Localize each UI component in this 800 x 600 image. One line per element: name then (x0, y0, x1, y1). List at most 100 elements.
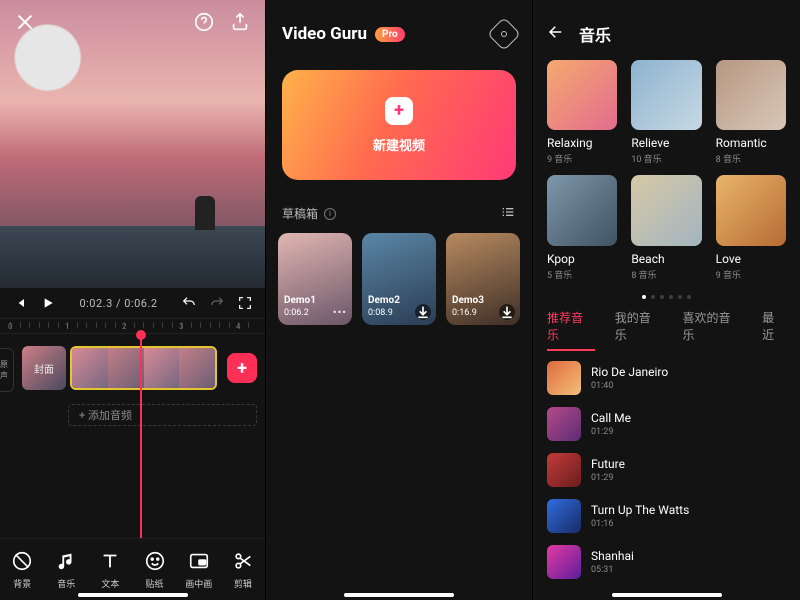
song-thumb (547, 545, 581, 579)
app-brand: Video Guru Pro (282, 24, 405, 44)
song-duration: 01:40 (591, 381, 668, 391)
music-tab[interactable]: 我的音乐 (615, 309, 663, 351)
song-item[interactable]: Future01:29 (547, 453, 786, 487)
back-icon[interactable] (547, 23, 565, 46)
category-count: 9 音乐 (716, 268, 786, 281)
settings-icon[interactable] (487, 17, 521, 51)
timeline-area: 原声 封面 + + 添加音频 背景音乐 文本贴纸 画中画剪辑 (0, 334, 265, 600)
tool-cut[interactable]: 剪辑 (222, 550, 264, 590)
page-dots (533, 287, 800, 305)
song-duration: 05:31 (591, 565, 634, 575)
music-category-romantic[interactable]: Romantic 8 音乐 (716, 60, 786, 165)
fullscreen-icon[interactable] (237, 295, 253, 311)
page-dot[interactable] (651, 295, 655, 299)
song-thumb (547, 453, 581, 487)
music-icon (55, 550, 77, 572)
category-name: Romantic (716, 136, 786, 150)
prev-frame-icon[interactable] (12, 295, 28, 311)
tool-label: 画中画 (185, 577, 212, 590)
category-thumb (547, 175, 617, 245)
song-title: Shanhai (591, 549, 634, 563)
close-icon[interactable] (14, 11, 36, 33)
page-dot[interactable] (678, 295, 682, 299)
page-dot[interactable] (687, 295, 691, 299)
tool-text[interactable]: 文本 (89, 550, 131, 590)
bg-icon (11, 550, 33, 572)
page-dot[interactable] (660, 295, 664, 299)
help-icon[interactable] (193, 11, 215, 33)
song-item[interactable]: Call Me01:29 (547, 407, 786, 441)
draft-duration: 0:16.9 (452, 308, 477, 318)
song-item[interactable]: Rio De Janeiro 01:40 (547, 361, 786, 395)
playback-row: 0:02.3 / 0:06.2 (0, 288, 265, 318)
info-icon[interactable]: i (324, 208, 336, 220)
add-audio-track[interactable]: + 添加音频 (68, 404, 257, 426)
page-dot[interactable] (642, 295, 646, 299)
music-tab[interactable]: 最近 (762, 309, 786, 351)
category-thumb (716, 175, 786, 245)
export-icon[interactable] (229, 11, 251, 33)
tool-bg[interactable]: 背景 (1, 550, 43, 590)
list-view-icon[interactable] (500, 204, 516, 223)
plus-icon: + (385, 97, 413, 125)
home-indicator (344, 593, 454, 597)
brand-text: Video Guru (282, 24, 367, 44)
category-name: Relieve (631, 136, 701, 150)
play-icon[interactable] (40, 295, 56, 311)
redo-icon[interactable] (209, 295, 225, 311)
music-category-relaxing[interactable]: Relaxing 9 音乐 (547, 60, 617, 165)
new-project-button[interactable]: + 新建视频 (282, 70, 516, 180)
song-thumb (547, 407, 581, 441)
song-item[interactable]: Shanhai 05:31 (547, 545, 786, 579)
tool-music[interactable]: 音乐 (45, 550, 87, 590)
category-name: Love (716, 252, 786, 266)
tool-label: 音乐 (57, 577, 75, 590)
home-indicator (612, 593, 722, 597)
category-thumb (631, 60, 701, 130)
timeline-ruler[interactable]: 01234 (0, 318, 265, 334)
drafts-header: 草稿箱 i (266, 180, 532, 233)
text-icon (99, 550, 121, 572)
download-icon[interactable] (499, 304, 515, 320)
song-duration: 01:29 (591, 427, 631, 437)
video-clip[interactable] (70, 346, 217, 390)
new-project-label: 新建视频 (373, 135, 425, 154)
category-name: Kpop (547, 252, 617, 266)
draft-item[interactable]: Demo10:06.2••• (278, 233, 352, 325)
song-title: Rio De Janeiro (591, 365, 668, 379)
song-list: Rio De Janeiro 01:40 Call Me01:29 Future01:… (533, 357, 800, 579)
tool-pip[interactable]: 画中画 (178, 550, 220, 590)
add-clip-button[interactable]: + (227, 353, 257, 383)
draft-duration: 0:06.2 (284, 308, 309, 318)
music-category-relieve[interactable]: Relieve10 音乐 (631, 60, 701, 165)
music-tab[interactable]: 推荐音乐 (547, 309, 595, 351)
song-item[interactable]: Turn Up The Watts01:16 (547, 499, 786, 533)
music-category-love[interactable]: Love 9 音乐 (716, 175, 786, 280)
draft-item[interactable]: Demo20:08.9 (362, 233, 436, 325)
tool-sticker[interactable]: 贴纸 (134, 550, 176, 590)
music-screen: 音乐 Relaxing9 音乐Relieve10 音乐Romantic8 音乐K… (533, 0, 800, 600)
undo-icon[interactable] (181, 295, 197, 311)
category-thumb (631, 175, 701, 245)
music-tab[interactable]: 喜欢的音乐 (682, 309, 742, 351)
original-audio-tag[interactable]: 原声 (0, 348, 14, 392)
music-category-beach[interactable]: Beach8 音乐 (631, 175, 701, 280)
category-count: 9 音乐 (547, 152, 617, 165)
tool-label: 贴纸 (146, 577, 164, 590)
playhead[interactable] (140, 334, 142, 546)
cover-thumb[interactable]: 封面 (22, 346, 66, 390)
music-tabs: 推荐音乐我的音乐喜欢的音乐最近 (533, 305, 800, 357)
tool-bar: 背景音乐 文本贴纸 画中画剪辑 (0, 538, 265, 600)
category-name: Relaxing (547, 136, 617, 150)
category-count: 8 音乐 (631, 268, 701, 281)
playback-time: 0:02.3 / 0:06.2 (68, 297, 169, 310)
page-dot[interactable] (669, 295, 673, 299)
draft-item[interactable]: Demo30:16.9 (446, 233, 520, 325)
song-title: Turn Up The Watts (591, 503, 689, 517)
category-count: 8 音乐 (716, 152, 786, 165)
category-count: 5 音乐 (547, 268, 617, 281)
music-category-kpop[interactable]: Kpop 5 音乐 (547, 175, 617, 280)
more-icon[interactable]: ••• (333, 306, 347, 319)
download-icon[interactable] (415, 304, 431, 320)
sticker-icon (144, 550, 166, 572)
